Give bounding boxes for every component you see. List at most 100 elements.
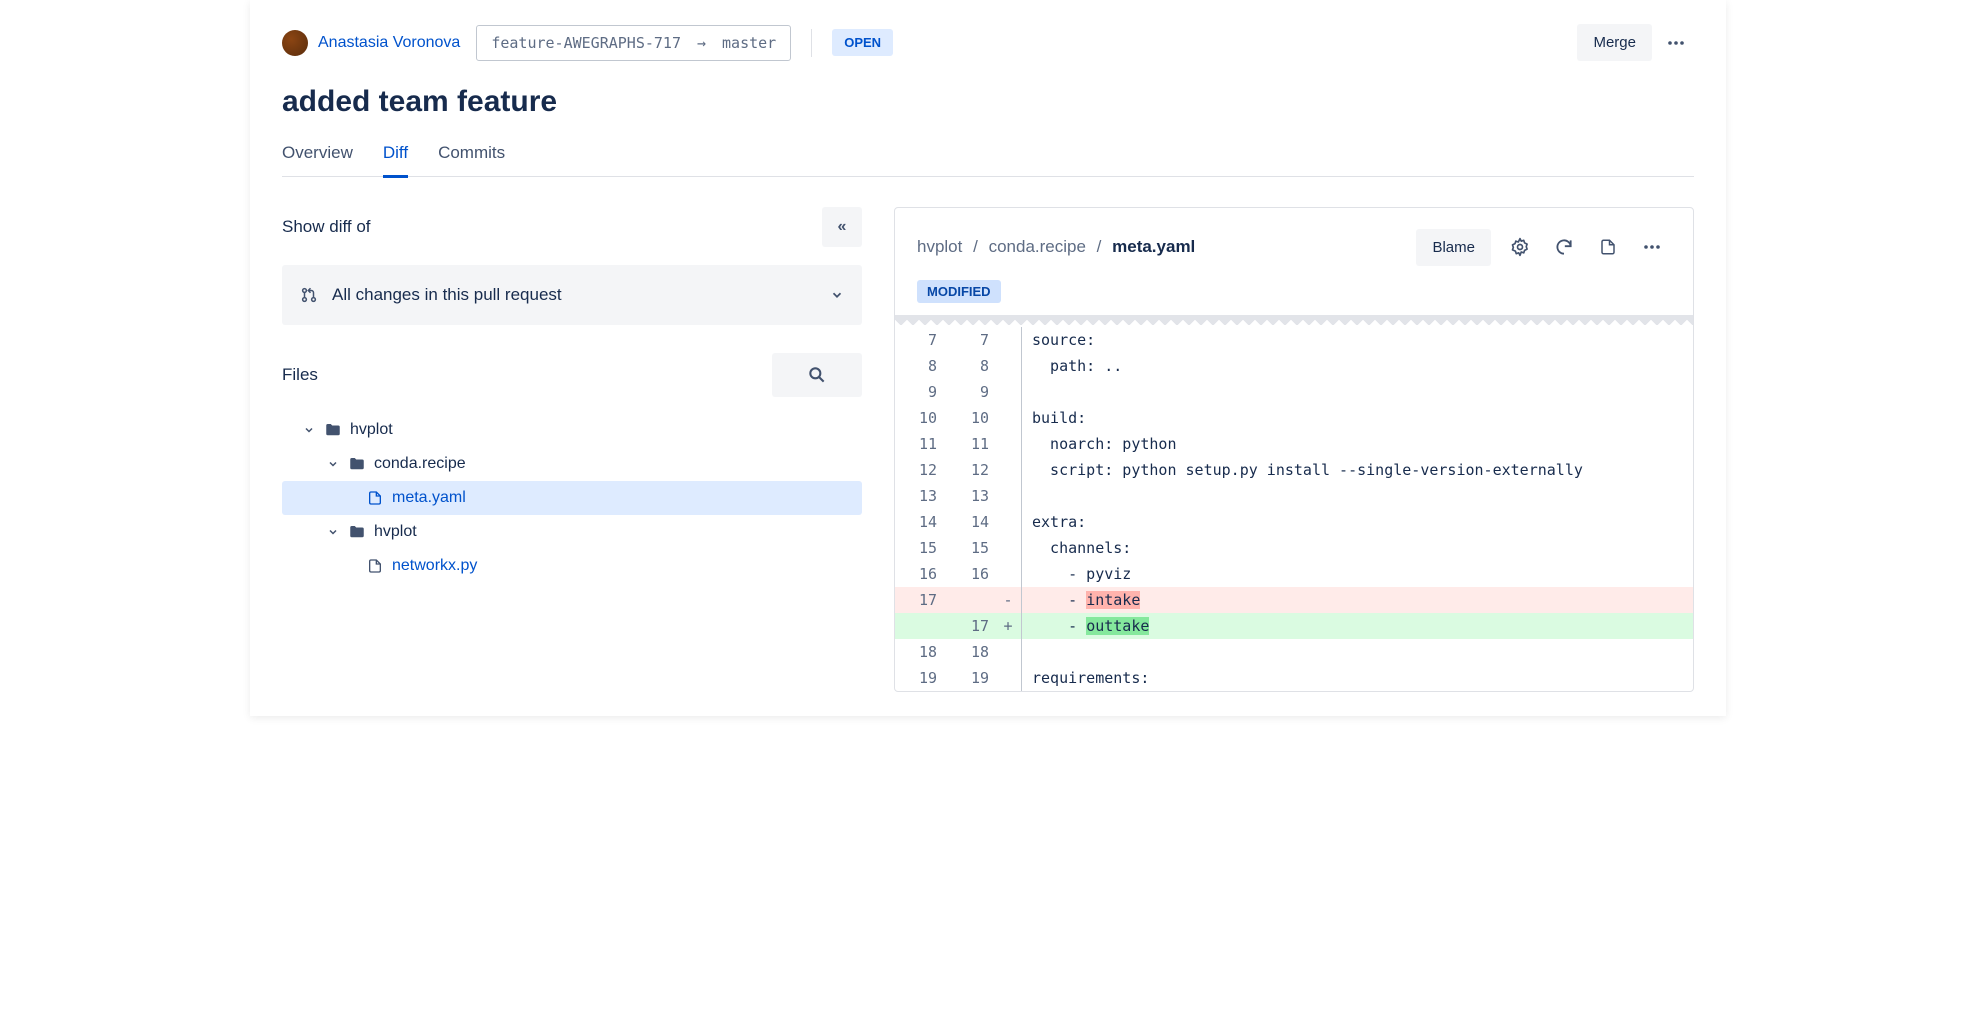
diff-line[interactable]: 88 path: .. bbox=[895, 353, 1693, 379]
file-tree: hvplot conda.recipe meta.yaml bbox=[282, 413, 862, 583]
folder-icon bbox=[348, 455, 366, 473]
new-line-number: 10 bbox=[947, 405, 999, 431]
file-button[interactable] bbox=[1589, 228, 1627, 266]
chevron-down-icon bbox=[326, 526, 340, 538]
new-line-number: 12 bbox=[947, 457, 999, 483]
old-line-number: 16 bbox=[895, 561, 947, 587]
diff-line[interactable]: 1111 noarch: python bbox=[895, 431, 1693, 457]
old-line-number: 12 bbox=[895, 457, 947, 483]
changes-dropdown[interactable]: All changes in this pull request bbox=[282, 265, 862, 325]
new-line-number: 19 bbox=[947, 665, 999, 691]
diff-sign bbox=[999, 639, 1017, 665]
tree-file-networkx[interactable]: networkx.py bbox=[282, 549, 862, 583]
diff-sign bbox=[999, 405, 1017, 431]
code-content: source: bbox=[1022, 327, 1693, 353]
page-title: added team feature bbox=[282, 85, 1694, 119]
new-line-number: 17 bbox=[947, 613, 999, 639]
avatar[interactable] bbox=[282, 30, 308, 56]
collapse-sidebar-button[interactable]: « bbox=[822, 207, 862, 247]
settings-button[interactable] bbox=[1501, 228, 1539, 266]
refresh-button[interactable] bbox=[1545, 228, 1583, 266]
diff-line[interactable]: 17+ - outtake bbox=[895, 613, 1693, 639]
divider bbox=[811, 29, 812, 57]
diff-line[interactable]: 1818 bbox=[895, 639, 1693, 665]
breadcrumb-part[interactable]: conda.recipe bbox=[989, 237, 1086, 256]
file-icon bbox=[1599, 238, 1617, 256]
new-line-number: 15 bbox=[947, 535, 999, 561]
status-badge: OPEN bbox=[832, 29, 893, 56]
old-line-number: 19 bbox=[895, 665, 947, 691]
tree-folder-conda-recipe[interactable]: conda.recipe bbox=[282, 447, 862, 481]
diff-sign: - bbox=[999, 587, 1017, 613]
old-line-number: 7 bbox=[895, 327, 947, 353]
code-content: build: bbox=[1022, 405, 1693, 431]
code-content: extra: bbox=[1022, 509, 1693, 535]
refresh-icon bbox=[1554, 237, 1574, 257]
diff-line[interactable]: 1212 script: python setup.py install --s… bbox=[895, 457, 1693, 483]
diff-line[interactable]: 1515 channels: bbox=[895, 535, 1693, 561]
breadcrumb-part[interactable]: hvplot bbox=[917, 237, 962, 256]
breadcrumb-separator: / bbox=[1097, 237, 1102, 256]
code-content bbox=[1022, 379, 1693, 405]
diff-sign bbox=[999, 483, 1017, 509]
diff-line[interactable]: 1010build: bbox=[895, 405, 1693, 431]
diff-sign bbox=[999, 327, 1017, 353]
more-actions-button[interactable] bbox=[1658, 25, 1694, 61]
new-line-number: 7 bbox=[947, 327, 999, 353]
code-content: requirements: bbox=[1022, 665, 1693, 691]
new-line-number: 13 bbox=[947, 483, 999, 509]
old-line-number: 9 bbox=[895, 379, 947, 405]
new-line-number: 8 bbox=[947, 353, 999, 379]
blame-button[interactable]: Blame bbox=[1416, 229, 1491, 266]
show-diff-label: Show diff of bbox=[282, 217, 371, 237]
diff-line[interactable]: 1919 requirements: bbox=[895, 665, 1693, 691]
diff-sign bbox=[999, 561, 1017, 587]
author-link[interactable]: Anastasia Voronova bbox=[318, 34, 460, 52]
tree-label: conda.recipe bbox=[374, 455, 466, 473]
tree-label: hvplot bbox=[350, 421, 393, 439]
code-content bbox=[1022, 483, 1693, 509]
collapsed-indicator[interactable] bbox=[895, 315, 1693, 325]
diff-line[interactable]: 1616 - pyviz bbox=[895, 561, 1693, 587]
tree-folder-hvplot-sub[interactable]: hvplot bbox=[282, 515, 862, 549]
new-line-number: 9 bbox=[947, 379, 999, 405]
diff-sign bbox=[999, 665, 1017, 691]
tab-commits[interactable]: Commits bbox=[438, 143, 505, 178]
diff-line[interactable]: 1414 extra: bbox=[895, 509, 1693, 535]
code-content: - outtake bbox=[1022, 613, 1693, 639]
tree-label: networkx.py bbox=[392, 557, 477, 575]
new-line-number: 14 bbox=[947, 509, 999, 535]
tab-overview[interactable]: Overview bbox=[282, 143, 353, 178]
diff-line[interactable]: 77 source: bbox=[895, 327, 1693, 353]
breadcrumb-separator: / bbox=[973, 237, 978, 256]
code-content bbox=[1022, 639, 1693, 665]
more-file-actions-button[interactable] bbox=[1633, 228, 1671, 266]
search-files-button[interactable] bbox=[772, 353, 862, 397]
new-line-number: 11 bbox=[947, 431, 999, 457]
tree-label: meta.yaml bbox=[392, 489, 466, 507]
old-line-number: 14 bbox=[895, 509, 947, 535]
diff-line[interactable]: 1313 bbox=[895, 483, 1693, 509]
chevron-down-icon bbox=[326, 458, 340, 470]
branch-selector[interactable]: feature-AWEGRAPHS-717 → master bbox=[476, 25, 791, 61]
old-line-number: 15 bbox=[895, 535, 947, 561]
merge-button[interactable]: Merge bbox=[1577, 24, 1652, 61]
folder-icon bbox=[348, 523, 366, 541]
tabs: Overview Diff Commits bbox=[282, 143, 1694, 177]
file-icon bbox=[366, 490, 384, 506]
search-icon bbox=[807, 365, 827, 385]
old-line-number: 18 bbox=[895, 639, 947, 665]
diff-sign: + bbox=[999, 613, 1017, 639]
diff-line[interactable]: 17- - intake bbox=[895, 587, 1693, 613]
gear-icon bbox=[1510, 237, 1530, 257]
target-branch: master bbox=[722, 34, 776, 52]
diff-sign bbox=[999, 535, 1017, 561]
tab-diff[interactable]: Diff bbox=[383, 143, 408, 178]
code-content: - intake bbox=[1022, 587, 1693, 613]
diff-line[interactable]: 99 bbox=[895, 379, 1693, 405]
tree-folder-hvplot[interactable]: hvplot bbox=[282, 413, 862, 447]
tree-label: hvplot bbox=[374, 523, 417, 541]
tree-file-meta-yaml[interactable]: meta.yaml bbox=[282, 481, 862, 515]
chevron-down-icon bbox=[302, 424, 316, 436]
code-content: channels: bbox=[1022, 535, 1693, 561]
